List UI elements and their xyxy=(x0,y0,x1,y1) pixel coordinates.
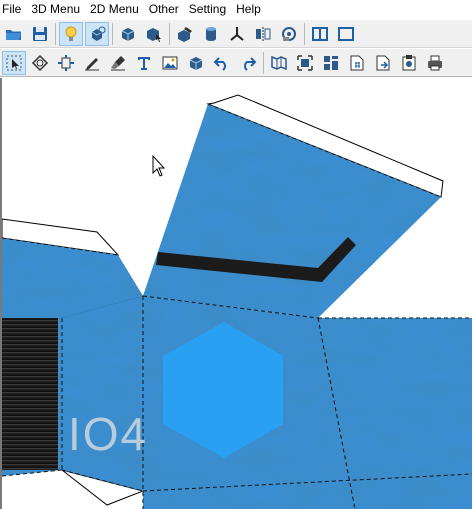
unit-label: IO4 xyxy=(68,408,148,460)
text-tool-button[interactable] xyxy=(132,51,156,75)
split-pane-button[interactable] xyxy=(334,22,358,46)
clipboard-icon xyxy=(402,54,416,70)
toolbar-separator xyxy=(169,22,170,45)
open-button[interactable] xyxy=(2,22,26,46)
menu-3d[interactable]: 3D Menu xyxy=(27,0,86,19)
save-disk-icon xyxy=(33,26,47,41)
cube-pointer-button[interactable] xyxy=(142,22,166,46)
brush-button[interactable] xyxy=(106,51,130,75)
undo-button[interactable] xyxy=(210,51,234,75)
cube-select-button[interactable] xyxy=(116,22,140,46)
rotate-3d-icon xyxy=(91,26,106,41)
redo-icon xyxy=(244,56,257,71)
image-icon xyxy=(162,56,178,69)
unfold-canvas[interactable]: IO4 xyxy=(0,78,472,509)
mirror-button[interactable] xyxy=(251,22,275,46)
toolbar-separator xyxy=(55,22,56,45)
clipboard-button[interactable] xyxy=(397,51,421,75)
unfold-map-icon xyxy=(271,55,287,70)
page-number-button[interactable] xyxy=(345,51,369,75)
paint-cube-icon xyxy=(178,26,192,42)
rotate-shape-icon xyxy=(31,54,49,71)
menu-setting[interactable]: Setting xyxy=(185,0,232,19)
undo-icon xyxy=(213,56,226,71)
pen-line-button[interactable] xyxy=(80,51,104,75)
axis-button[interactable] xyxy=(225,22,249,46)
single-pane-icon xyxy=(312,26,328,41)
save-button[interactable] xyxy=(28,22,52,46)
menu-2d[interactable]: 2D Menu xyxy=(86,0,145,19)
toolbar-separator xyxy=(112,22,113,45)
text-tool-icon xyxy=(138,56,150,70)
menu-file[interactable]: File xyxy=(0,0,27,19)
fit-view-button[interactable] xyxy=(293,51,317,75)
cylinder-button[interactable] xyxy=(199,22,223,46)
unfold-map-button[interactable] xyxy=(267,51,291,75)
page-number-icon xyxy=(350,55,364,70)
brush-icon xyxy=(111,55,125,70)
papercraft-net: IO4 xyxy=(2,94,472,509)
texture-view-icon xyxy=(282,26,296,41)
pen-line-icon xyxy=(85,57,99,70)
mouse-cursor xyxy=(152,154,166,177)
grid-layout-icon xyxy=(324,55,338,70)
rotate-3d-toggle[interactable] xyxy=(85,21,109,46)
printer-icon xyxy=(428,55,442,70)
open-folder-icon xyxy=(6,29,21,40)
redo-button[interactable] xyxy=(236,51,260,75)
cube-pointer-icon xyxy=(147,27,161,42)
toolbar-separator xyxy=(304,22,305,45)
axis-icon xyxy=(230,26,244,41)
print-button[interactable] xyxy=(423,51,447,75)
resize-button[interactable] xyxy=(54,51,78,75)
resize-icon xyxy=(58,54,74,71)
rotate-shape-button[interactable] xyxy=(28,51,52,75)
toolbar-2d xyxy=(0,49,472,77)
cube-icon xyxy=(189,56,203,70)
texture-view-button[interactable] xyxy=(277,22,301,46)
cylinder-icon xyxy=(206,26,216,41)
face-side xyxy=(62,296,143,491)
image-button[interactable] xyxy=(158,51,182,75)
toolbar-separator xyxy=(263,51,264,74)
grid-layout-button[interactable] xyxy=(319,51,343,75)
mirror-icon xyxy=(256,26,271,41)
select-pointer-button[interactable] xyxy=(2,50,26,75)
single-pane-button[interactable] xyxy=(308,22,332,46)
cube-select-icon xyxy=(121,27,135,41)
cube-button[interactable] xyxy=(184,51,208,75)
fit-view-icon xyxy=(297,54,313,71)
menu-bar: File 3D Menu 2D Menu Other Setting Help xyxy=(0,0,472,19)
page-export-icon xyxy=(376,55,390,70)
menu-other[interactable]: Other xyxy=(145,0,185,19)
split-pane-icon xyxy=(338,26,354,41)
toolbar-3d xyxy=(0,20,472,48)
paint-cube-button[interactable] xyxy=(173,22,197,46)
lightbulb-icon xyxy=(65,26,77,41)
select-pointer-icon xyxy=(6,55,22,70)
page-export-button[interactable] xyxy=(371,51,395,75)
lighting-toggle[interactable] xyxy=(59,21,83,46)
menu-help[interactable]: Help xyxy=(232,0,267,19)
vent-panel xyxy=(2,318,58,470)
